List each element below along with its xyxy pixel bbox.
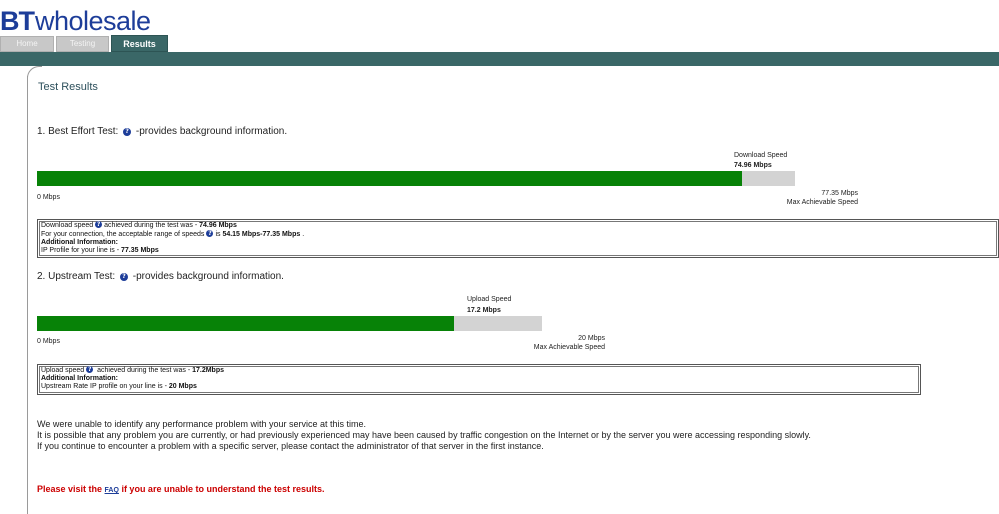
download-speed-fill: [37, 171, 743, 186]
upload-info-l1-mid: achieved during the test was -: [95, 367, 193, 374]
upload-scale-min: 0 Mbps: [37, 338, 60, 345]
summary-line2: It is possible that any problem you are …: [37, 430, 811, 440]
download-info-line3: Additional Information:: [41, 239, 995, 247]
header-band: [0, 52, 999, 66]
download-info-l2-pre: For your connection, the acceptable rang…: [41, 231, 205, 238]
upload-title-text: 2. Upstream Test:: [37, 271, 116, 282]
tab-results[interactable]: Results: [111, 35, 168, 52]
upload-info-line1: Upload speed? achieved during the test w…: [41, 366, 917, 375]
download-scale-max: 77.35 Mbps Max Achievable Speed: [787, 189, 858, 207]
download-title-suffix: -provides background information.: [135, 126, 288, 137]
download-scale-max-value: 77.35 Mbps: [821, 190, 858, 197]
download-title-text: 1. Best Effort Test:: [37, 126, 119, 137]
upload-info-l2: Additional Information:: [41, 375, 118, 382]
upload-title-suffix: -provides background information.: [132, 271, 284, 282]
download-section-title: 1. Best Effort Test: ? -provides backgro…: [37, 126, 287, 137]
upload-info-box: Upload speed? achieved during the test w…: [37, 364, 921, 395]
summary-text: We were unable to identify any performan…: [37, 419, 811, 452]
upload-speed-bar: [37, 316, 542, 331]
help-icon[interactable]: ?: [95, 221, 103, 228]
download-info-l4-val: 77.35 Mbps: [121, 247, 159, 254]
header: BTwholesale Home Testing Results: [0, 0, 999, 66]
summary-line1: We were unable to identify any performan…: [37, 419, 366, 429]
download-scale-max-caption: Max Achievable Speed: [786, 199, 858, 206]
content-frame-left-edge: [27, 76, 28, 514]
download-info-l1-val: 74.96 Mbps: [199, 222, 237, 229]
download-info-box: Download speed? achieved during the test …: [37, 219, 999, 258]
download-info-l3: Additional Information:: [41, 239, 118, 246]
download-info-line2: For your connection, the acceptable rang…: [41, 230, 995, 239]
upload-info-line3: Upstream Rate IP profile on your line is…: [41, 383, 917, 391]
download-info-l2-val: 54.15 Mbps-77.35 Mbps: [222, 231, 301, 238]
bt-wholesale-logo[interactable]: BTwholesale: [0, 6, 151, 36]
upload-info-line2: Additional Information:: [41, 375, 917, 383]
upload-speed-fill: [37, 316, 454, 331]
tab-testing[interactable]: Testing: [56, 36, 109, 52]
logo-wholesale: wholesale: [35, 6, 151, 36]
faq-notice-post: if you are unable to understand the test…: [118, 484, 325, 494]
upload-speed-label: Upload Speed: [467, 296, 512, 303]
download-info-line4: IP Profile for your line is - 77.35 Mbps: [41, 247, 995, 255]
download-speed-label: Download Speed: [734, 152, 788, 159]
upload-scale-max-value: 20 Mbps: [578, 335, 605, 342]
upload-info-l1-val: 17.2Mbps: [192, 367, 224, 374]
faq-notice-pre: Please visit the: [37, 484, 105, 494]
help-icon[interactable]: ?: [206, 230, 214, 237]
download-scale-min: 0 Mbps: [37, 194, 60, 201]
help-icon[interactable]: ?: [123, 128, 132, 136]
download-info-l4-pre: IP Profile for your line is -: [41, 247, 122, 254]
tab-home[interactable]: Home: [0, 36, 54, 52]
download-speed-bar: [37, 171, 795, 186]
download-speed-value: 74.96 Mbps: [734, 162, 772, 169]
upload-section-title: 2. Upstream Test: ? -provides background…: [37, 271, 284, 282]
download-info-l2-end: .: [300, 231, 305, 238]
help-icon[interactable]: ?: [119, 273, 128, 281]
upload-scale-max-caption: Max Achievable Speed: [533, 344, 605, 351]
faq-notice: Please visit the FAQ if you are unable t…: [37, 484, 324, 494]
upload-info-l3-pre: Upstream Rate IP profile on your line is…: [41, 383, 169, 390]
logo-bt: BT: [0, 6, 35, 36]
faq-link[interactable]: FAQ: [105, 487, 119, 494]
upload-info-l1-pre: Upload speed: [41, 367, 85, 374]
download-info-l1-pre: Download speed: [41, 222, 94, 229]
upload-info-l3-val: 20 Mbps: [168, 383, 197, 390]
page-title: Test Results: [38, 81, 98, 93]
download-info-l1-mid: achieved during the test was -: [104, 222, 200, 229]
download-info-line1: Download speed? achieved during the test …: [41, 221, 995, 230]
upload-scale-max: 20 Mbps Max Achievable Speed: [534, 334, 605, 352]
content-frame-corner: [27, 66, 42, 79]
summary-line3: If you continue to encounter a problem w…: [37, 441, 544, 451]
upload-speed-value: 17.2 Mbps: [467, 307, 501, 314]
help-icon[interactable]: ?: [86, 366, 94, 373]
